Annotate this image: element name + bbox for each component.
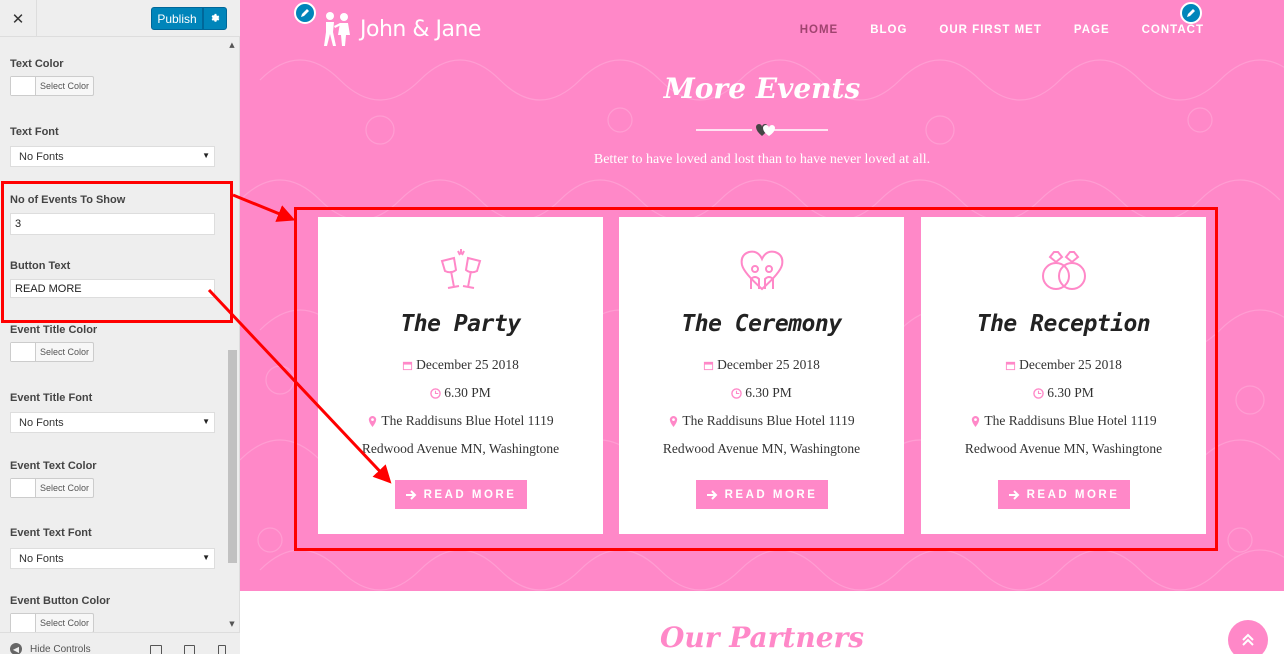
collapse-icon: ◀ <box>10 643 22 654</box>
edit-logo-pencil-icon[interactable] <box>294 2 316 24</box>
nav-blog[interactable]: BLOG <box>870 24 907 36</box>
close-button[interactable]: ✕ <box>0 0 37 37</box>
event-button-color-label: Event Button Color <box>10 595 111 607</box>
select-value: No Fonts <box>19 416 64 429</box>
sidebar-scrollbar[interactable]: ▲ ▼ <box>226 37 238 632</box>
site-preview: John & Jane HOME BLOG OUR FIRST MET PAGE… <box>240 0 1284 654</box>
color-swatch[interactable] <box>11 343 36 361</box>
color-swatch[interactable] <box>11 614 36 632</box>
dropdown-arrow-icon: ▼ <box>202 151 210 160</box>
text-color-label: Text Color <box>10 58 64 70</box>
event-title-font-select[interactable]: No Fonts ▼ <box>10 412 215 433</box>
color-swatch[interactable] <box>11 77 36 95</box>
nav-our-first-met[interactable]: OUR FIRST MET <box>939 24 1041 36</box>
nav-page[interactable]: PAGE <box>1074 24 1110 36</box>
mobile-preview-icon[interactable] <box>218 645 226 654</box>
couple-logo-icon <box>324 12 350 46</box>
event-text-color-label: Event Text Color <box>10 460 97 472</box>
select-value: No Fonts <box>19 150 64 163</box>
customizer-sidebar: ✕ Publish ▲ ▼ Text Color Select Color Te… <box>0 0 240 654</box>
scroll-down-icon[interactable]: ▼ <box>227 619 237 629</box>
double-chevron-up-icon <box>1242 633 1254 646</box>
site-logo[interactable]: John & Jane <box>320 10 481 48</box>
logo-text: John & Jane <box>360 16 481 42</box>
gear-icon <box>211 13 219 22</box>
event-title-color-picker[interactable]: Select Color <box>10 342 94 362</box>
select-color-button[interactable]: Select Color <box>36 77 93 95</box>
back-to-top-button[interactable] <box>1228 620 1268 654</box>
select-color-button[interactable]: Select Color <box>36 614 93 632</box>
events-title: More Events <box>663 72 861 105</box>
nav-home[interactable]: HOME <box>800 24 839 36</box>
select-color-button[interactable]: Select Color <box>36 479 93 497</box>
text-color-picker[interactable]: Select Color <box>10 76 94 96</box>
main-nav: HOME BLOG OUR FIRST MET PAGE CONTACT <box>800 24 1204 36</box>
tablet-preview-icon[interactable] <box>184 645 195 654</box>
event-title-color-label: Event Title Color <box>10 324 98 336</box>
hide-controls-label: Hide Controls <box>30 643 91 654</box>
scrollbar-thumb[interactable] <box>228 350 237 563</box>
hide-controls-button[interactable]: ◀ Hide Controls <box>10 643 91 654</box>
partners-title: Our Partners <box>659 621 865 654</box>
customizer-header: ✕ Publish <box>0 0 240 37</box>
highlight-box-cards <box>294 207 1218 551</box>
event-button-color-picker[interactable]: Select Color <box>10 613 94 633</box>
text-font-label: Text Font <box>10 126 59 138</box>
event-text-font-select[interactable]: No Fonts ▼ <box>10 548 215 569</box>
events-subtitle: Better to have loved and lost than to ha… <box>593 152 931 167</box>
events-section: John & Jane HOME BLOG OUR FIRST MET PAGE… <box>240 0 1284 591</box>
customizer-footer: ◀ Hide Controls <box>0 632 240 654</box>
color-swatch[interactable] <box>11 479 36 497</box>
nav-contact[interactable]: CONTACT <box>1142 24 1204 36</box>
select-color-button[interactable]: Select Color <box>36 343 93 361</box>
edit-menu-pencil-icon[interactable] <box>1180 2 1202 24</box>
highlight-box-fields <box>1 181 233 323</box>
event-title-font-label: Event Title Font <box>10 392 93 404</box>
select-value: No Fonts <box>19 552 64 565</box>
desktop-preview-icon[interactable] <box>150 645 162 654</box>
dropdown-arrow-icon: ▼ <box>202 417 210 426</box>
event-text-font-label: Event Text Font <box>10 527 92 539</box>
dropdown-arrow-icon: ▼ <box>202 553 210 562</box>
hearts-divider <box>696 124 828 136</box>
publish-settings-button[interactable] <box>203 7 227 30</box>
scroll-up-icon[interactable]: ▲ <box>227 40 237 50</box>
text-font-select[interactable]: No Fonts ▼ <box>10 146 215 167</box>
publish-button[interactable]: Publish <box>151 7 203 30</box>
event-text-color-picker[interactable]: Select Color <box>10 478 94 498</box>
